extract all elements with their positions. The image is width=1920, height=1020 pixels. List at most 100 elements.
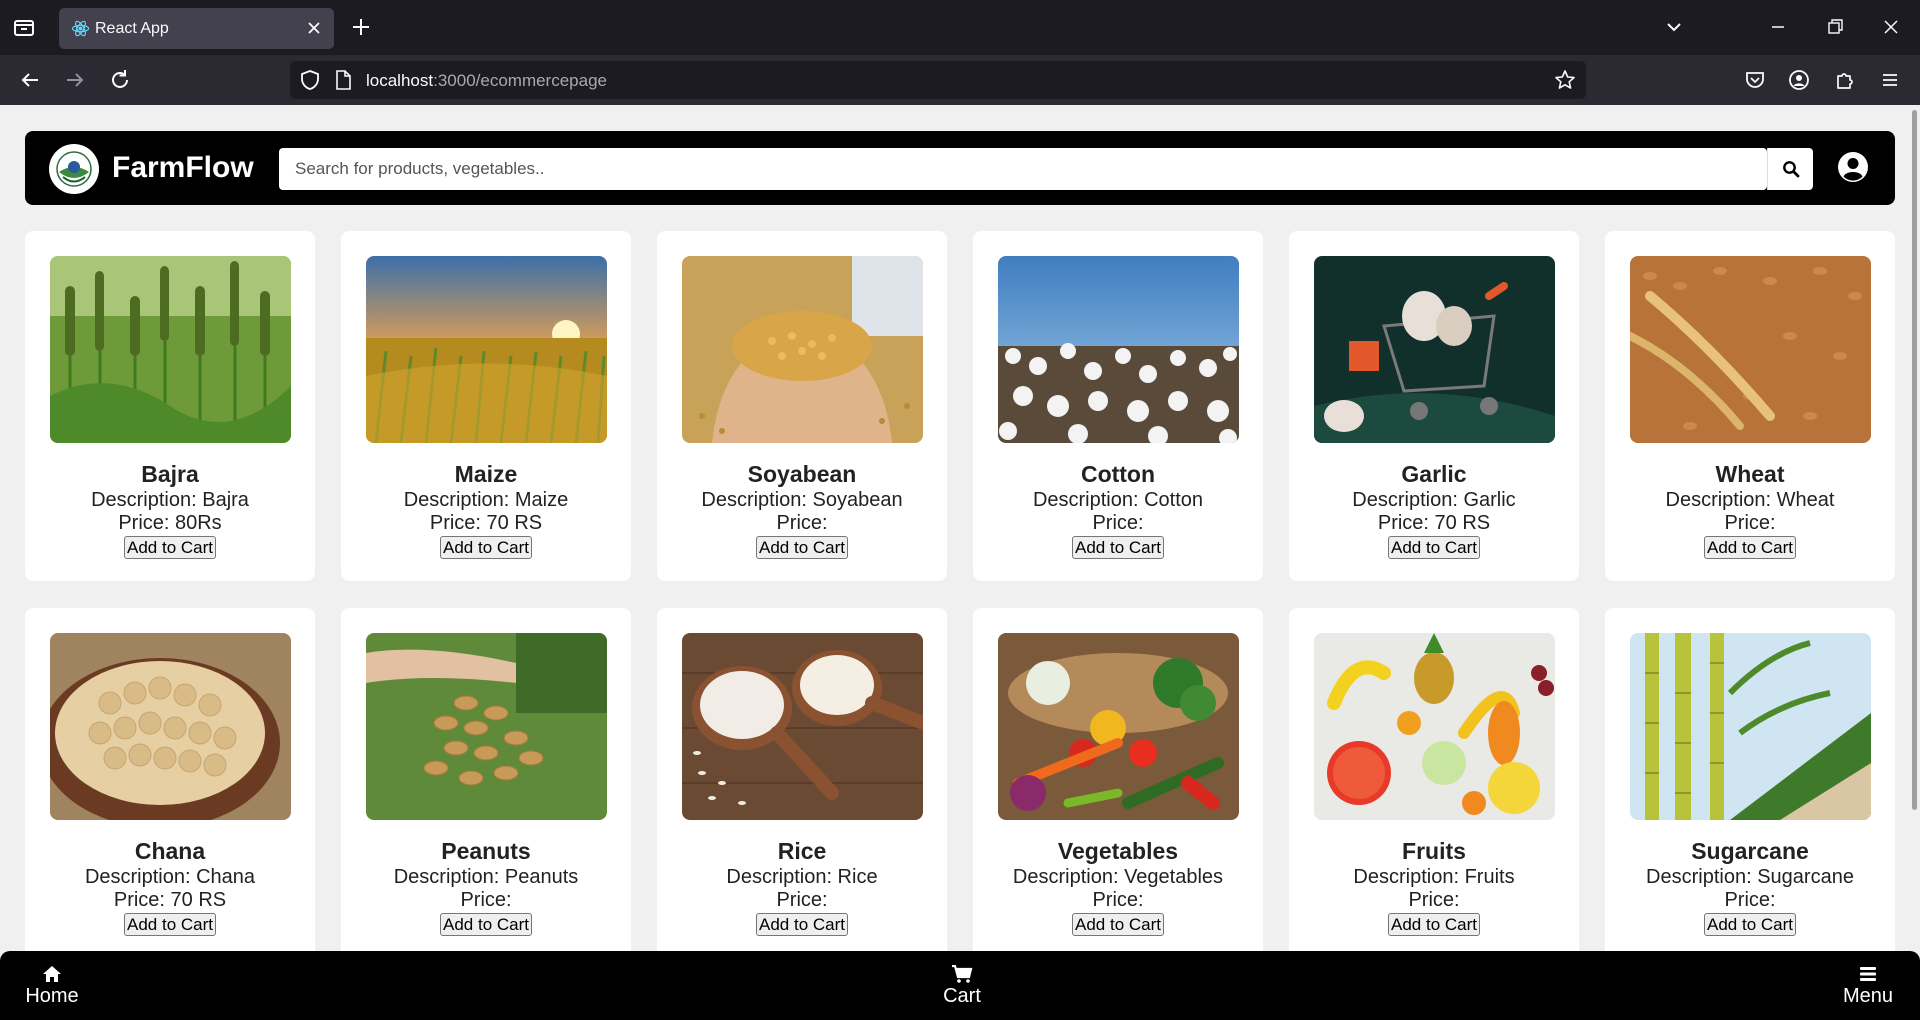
product-name[interactable]: Garlic xyxy=(1289,461,1579,488)
list-all-tabs-chevron-icon[interactable] xyxy=(1663,16,1685,38)
product-card: Peanuts Description: Peanuts Price: Add … xyxy=(341,608,631,958)
product-name[interactable]: Maize xyxy=(341,461,631,488)
product-image-peanuts xyxy=(366,633,607,820)
product-name[interactable]: Fruits xyxy=(1289,838,1579,865)
firefox-account-icon[interactable] xyxy=(1787,68,1811,92)
user-account-icon[interactable] xyxy=(1837,151,1869,183)
hamburger-menu-icon[interactable] xyxy=(1878,68,1902,92)
cart-icon xyxy=(952,965,973,983)
browser-tab-active[interactable]: React App xyxy=(59,8,334,49)
bottom-navigation: Home Cart Menu xyxy=(0,951,1920,1020)
product-price: Price: 70 RS xyxy=(1377,512,1491,534)
add-to-cart-button[interactable]: Add to Cart xyxy=(124,536,216,559)
product-card: Wheat Description: Wheat Price: Add to C… xyxy=(1605,231,1895,581)
add-to-cart-button[interactable]: Add to Cart xyxy=(756,913,848,936)
product-price: Price: xyxy=(1724,512,1776,534)
react-logo-icon xyxy=(71,19,90,38)
site-header: FarmFlow xyxy=(25,131,1895,205)
add-to-cart-button[interactable]: Add to Cart xyxy=(1704,536,1796,559)
product-card: Rice Description: Rice Price: Add to Car… xyxy=(657,608,947,958)
farmflow-logo[interactable] xyxy=(49,144,99,194)
product-image-fruits xyxy=(1314,633,1555,820)
product-card: Vegetables Description: Vegetables Price… xyxy=(973,608,1263,958)
search-button[interactable] xyxy=(1767,148,1813,190)
product-image-sugarcane xyxy=(1630,633,1871,820)
bookmark-star-icon[interactable] xyxy=(1554,69,1576,96)
product-card: Cotton Description: Cotton Price: Add to… xyxy=(973,231,1263,581)
add-to-cart-button[interactable]: Add to Cart xyxy=(1072,536,1164,559)
url-host: localhost xyxy=(366,71,434,90)
product-name[interactable]: Bajra xyxy=(25,461,315,488)
product-price: Price: xyxy=(1092,889,1144,911)
add-to-cart-button[interactable]: Add to Cart xyxy=(1388,913,1480,936)
page-scrollbar[interactable] xyxy=(1912,110,1917,810)
page-icon xyxy=(334,70,352,95)
product-description: Description: Rice xyxy=(726,866,878,888)
product-image-maize xyxy=(366,256,607,443)
product-image-rice xyxy=(682,633,923,820)
product-description: Description: Chana xyxy=(84,866,256,888)
product-image-cotton xyxy=(998,256,1239,443)
product-image-bajra xyxy=(50,256,291,443)
product-description: Description: Wheat xyxy=(1665,489,1835,511)
product-price: Price: xyxy=(776,512,828,534)
product-card: Fruits Description: Fruits Price: Add to… xyxy=(1289,608,1579,958)
product-name[interactable]: Sugarcane xyxy=(1605,838,1895,865)
new-tab-icon[interactable] xyxy=(350,16,372,38)
product-description: Description: Maize xyxy=(403,489,569,511)
restore-icon[interactable] xyxy=(1824,16,1846,38)
nav-menu-label: Menu xyxy=(1842,985,1894,1007)
nav-cart-label: Cart xyxy=(943,985,981,1007)
add-to-cart-button[interactable]: Add to Cart xyxy=(1072,913,1164,936)
product-name[interactable]: Peanuts xyxy=(341,838,631,865)
product-name[interactable]: Chana xyxy=(25,838,315,865)
add-to-cart-button[interactable]: Add to Cart xyxy=(1388,536,1480,559)
product-description: Description: Sugarcane xyxy=(1646,866,1854,888)
product-name[interactable]: Cotton xyxy=(973,461,1263,488)
product-card: Soyabean Description: Soyabean Price: Ad… xyxy=(657,231,947,581)
nav-home[interactable]: Home xyxy=(22,965,82,1008)
address-bar[interactable]: localhost:3000/ecommercepage xyxy=(290,61,1586,99)
product-name[interactable]: Vegetables xyxy=(973,838,1263,865)
add-to-cart-button[interactable]: Add to Cart xyxy=(440,913,532,936)
add-to-cart-button[interactable]: Add to Cart xyxy=(756,536,848,559)
back-arrow-icon[interactable] xyxy=(18,68,42,92)
product-image-vegetables xyxy=(998,633,1239,820)
product-price: Price: 70 RS xyxy=(429,512,543,534)
product-price: Price: 70 RS xyxy=(113,889,227,911)
search-input[interactable] xyxy=(279,148,1767,190)
product-image-chana xyxy=(50,633,291,820)
product-description: Description: Cotton xyxy=(1032,489,1204,511)
product-card: Maize Description: Maize Price: 70 RS Ad… xyxy=(341,231,631,581)
product-card: Chana Description: Chana Price: 70 RS Ad… xyxy=(25,608,315,958)
product-name[interactable]: Soyabean xyxy=(657,461,947,488)
product-card: Garlic Description: Garlic Price: 70 RS … xyxy=(1289,231,1579,581)
brand-name[interactable]: FarmFlow xyxy=(112,151,254,185)
product-description: Description: Vegetables xyxy=(1012,866,1224,888)
nav-menu[interactable]: Menu xyxy=(1838,965,1898,1008)
tab-close-icon[interactable] xyxy=(304,18,324,38)
search-icon xyxy=(1783,161,1800,178)
nav-cart[interactable]: Cart xyxy=(932,965,992,1008)
nav-home-label: Home xyxy=(25,985,79,1007)
product-image-garlic xyxy=(1314,256,1555,443)
product-name[interactable]: Rice xyxy=(657,838,947,865)
forward-arrow-icon[interactable] xyxy=(63,68,87,92)
product-name[interactable]: Wheat xyxy=(1605,461,1895,488)
product-image-wheat xyxy=(1630,256,1871,443)
reload-icon[interactable] xyxy=(108,68,132,92)
close-window-icon[interactable] xyxy=(1880,16,1902,38)
product-description: Description: Soyabean xyxy=(701,489,903,511)
url-text[interactable]: localhost:3000/ecommercepage xyxy=(366,71,607,91)
shield-icon[interactable] xyxy=(299,69,321,96)
minimize-icon[interactable] xyxy=(1767,16,1789,38)
product-description: Description: Fruits xyxy=(1353,866,1515,888)
tab-list-icon[interactable] xyxy=(12,16,38,40)
add-to-cart-button[interactable]: Add to Cart xyxy=(1704,913,1796,936)
add-to-cart-button[interactable]: Add to Cart xyxy=(124,913,216,936)
extensions-puzzle-icon[interactable] xyxy=(1833,68,1857,92)
product-price: Price: xyxy=(460,889,512,911)
add-to-cart-button[interactable]: Add to Cart xyxy=(440,536,532,559)
product-price: Price: 80Rs xyxy=(118,512,222,534)
pocket-icon[interactable] xyxy=(1743,68,1767,92)
